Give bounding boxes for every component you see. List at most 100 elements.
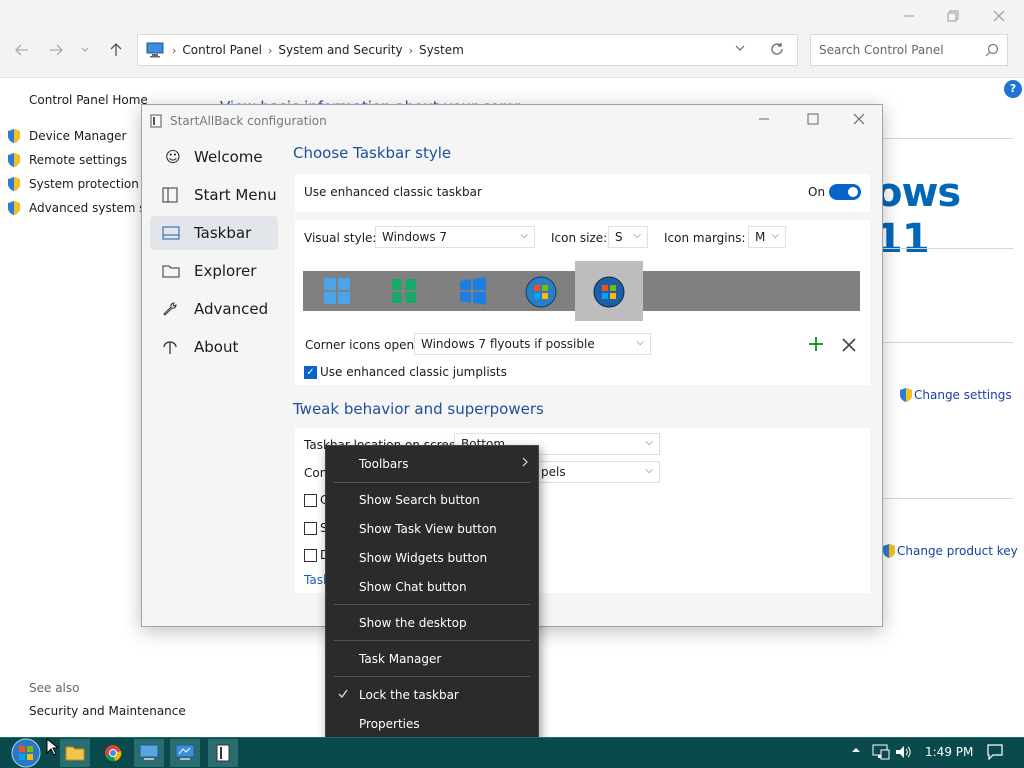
menu-item-label: Task Manager [359, 651, 442, 666]
jumplists-checkbox[interactable]: ✓ [304, 366, 317, 379]
menu-item-label: Toolbars [359, 456, 409, 471]
add-button[interactable] [808, 336, 824, 352]
menu-item-properties[interactable]: Properties [326, 709, 538, 738]
breadcrumb-system-security[interactable]: System and Security [278, 43, 402, 57]
divider [883, 248, 1013, 249]
minimize-button[interactable] [886, 0, 932, 32]
menu-item-label: Show Chat button [359, 579, 467, 594]
chevron-right-icon: › [267, 43, 273, 57]
taskbar-control-panel[interactable] [134, 739, 164, 767]
sidebar-item-remote-settings[interactable]: Remote settings [6, 152, 127, 168]
sidebar-item-device-manager[interactable]: Device Manager [6, 128, 126, 144]
nav-welcome[interactable]: ☺ Welcome [150, 140, 278, 174]
chrome-icon [105, 745, 122, 762]
sab-minimize-button[interactable] [758, 113, 780, 129]
menu-item-show-widgets[interactable]: Show Widgets button [326, 543, 538, 572]
security-maintenance-link[interactable]: Security and Maintenance [29, 704, 186, 718]
search-input[interactable]: Search Control Panel [819, 43, 944, 57]
windows-10-logo-icon[interactable] [457, 275, 489, 307]
nav-taskbar[interactable]: Taskbar [150, 216, 278, 250]
menu-item-lock-taskbar[interactable]: Lock the taskbar [326, 680, 538, 709]
option-checkbox-2[interactable] [304, 522, 317, 535]
address-dropdown-button[interactable] [735, 44, 745, 52]
control-panel-home-link[interactable]: Control Panel Home [29, 93, 148, 107]
sidebar-item-label: Device Manager [29, 129, 127, 143]
wrench-icon [162, 301, 184, 317]
help-button[interactable]: ? [1004, 80, 1022, 98]
remove-button[interactable] [842, 338, 856, 352]
menu-item-show-search[interactable]: Show Search button [326, 485, 538, 514]
menu-item-toolbars[interactable]: Toolbars [326, 449, 538, 478]
change-settings-link[interactable]: Change settings [898, 387, 1012, 403]
recent-locations-button[interactable] [76, 40, 94, 60]
shield-icon [8, 201, 20, 215]
visual-style-value: Windows 7 [382, 230, 448, 244]
sidebar-item-system-protection[interactable]: System protection [6, 176, 139, 192]
nav-start-menu[interactable]: Start Menu [150, 178, 278, 212]
close-button[interactable] [976, 0, 1022, 32]
show-hidden-icons-button[interactable] [851, 746, 861, 754]
icon-margins-select[interactable]: M ⌵ [748, 226, 786, 248]
shield-icon [900, 388, 912, 402]
taskbar-system[interactable] [170, 739, 200, 767]
menu-item-label: Show the desktop [359, 615, 467, 630]
taskbar-file-explorer[interactable] [60, 739, 90, 767]
menu-item-show-task-view[interactable]: Show Task View button [326, 514, 538, 543]
nav-explorer[interactable]: Explorer [150, 254, 278, 288]
menu-item-show-desktop[interactable]: Show the desktop [326, 608, 538, 637]
refresh-icon [771, 43, 783, 55]
jumplists-label: Use enhanced classic jumplists [320, 365, 507, 379]
menu-item-label: Properties [359, 716, 420, 731]
menu-item-label: Show Widgets button [359, 550, 488, 565]
section-tweak-title: Tweak behavior and superpowers [293, 400, 544, 418]
close-icon [842, 338, 856, 352]
icon-size-select[interactable]: S ⌵ [608, 226, 648, 248]
nav-about[interactable]: About [150, 330, 278, 364]
arrow-right-icon [50, 44, 63, 56]
sab-close-button[interactable] [853, 113, 875, 129]
breadcrumb-system[interactable]: System [419, 43, 464, 57]
change-product-key-label: Change product key [897, 544, 1018, 558]
address-bar[interactable]: › Control Panel › System and Security › … [137, 34, 798, 66]
close-icon [853, 113, 865, 125]
enhanced-taskbar-toggle[interactable] [829, 184, 861, 200]
menu-item-label: Show Search button [359, 492, 480, 507]
option-checkbox-1[interactable] [304, 494, 317, 507]
clock[interactable]: 1:49 PM [925, 745, 973, 759]
change-product-key-link[interactable]: Change product key [881, 543, 1018, 559]
chevron-down-icon: ⌵ [645, 465, 653, 476]
forward-button[interactable] [44, 40, 68, 60]
windows-10-green-logo-icon[interactable] [388, 275, 420, 307]
windows-7-orb-icon[interactable] [524, 275, 557, 308]
sab-maximize-button[interactable] [807, 113, 829, 129]
nav-advanced[interactable]: Advanced [150, 292, 278, 326]
search-box[interactable]: Search Control Panel [810, 34, 1008, 66]
enhanced-toggle-state: On [808, 185, 826, 199]
up-button[interactable] [104, 40, 128, 60]
visual-style-label: Visual style: [304, 231, 377, 245]
volume-icon[interactable] [895, 745, 913, 759]
corner-icons-select[interactable]: Windows 7 flyouts if possible ⌵ [414, 333, 651, 355]
combine-label: Con [304, 466, 328, 480]
restore-icon [947, 10, 959, 22]
refresh-button[interactable] [770, 42, 784, 56]
sidebar-item-label: System protection [29, 177, 139, 191]
plus-icon [809, 337, 823, 351]
menu-item-task-manager[interactable]: Task Manager [326, 644, 538, 673]
start-button[interactable] [10, 737, 42, 768]
network-icon[interactable] [872, 744, 890, 760]
start-menu-icon [162, 187, 184, 203]
back-button[interactable] [10, 40, 34, 60]
shield-icon [8, 153, 20, 167]
sidebar-item-advanced-system-settings[interactable]: Advanced system settings [6, 200, 141, 216]
restore-button[interactable] [930, 0, 976, 32]
menu-item-show-chat[interactable]: Show Chat button [326, 572, 538, 601]
taskbar-chrome[interactable] [98, 739, 128, 767]
option-checkbox-3[interactable] [304, 549, 317, 562]
windows-vista-orb-icon[interactable] [592, 275, 625, 308]
notifications-button[interactable] [987, 744, 1003, 760]
visual-style-select[interactable]: Windows 7 ⌵ [375, 226, 535, 248]
breadcrumb-control-panel[interactable]: Control Panel [182, 43, 262, 57]
taskbar-startallback[interactable] [208, 739, 238, 767]
windows-11-logo-icon[interactable] [321, 275, 353, 307]
